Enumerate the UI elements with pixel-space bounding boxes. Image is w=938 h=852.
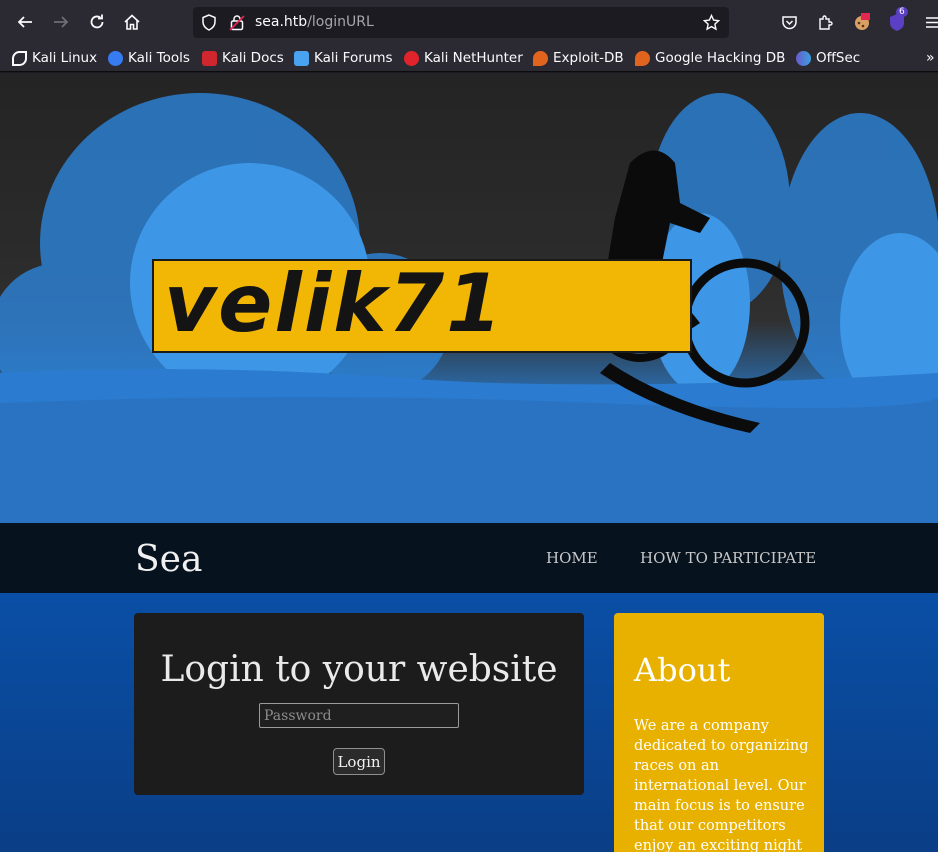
pocket-button[interactable] [777, 10, 801, 34]
nethunter-icon [404, 50, 419, 66]
bookmark-label: Kali Linux [32, 50, 98, 66]
velik71-logo: velik71 [152, 259, 692, 353]
offsec-icon [796, 50, 811, 66]
page-viewport: velik71 Sea HOME HOW TO PARTICIPATE Logi… [0, 73, 938, 852]
menu-button[interactable] [921, 10, 938, 34]
bookmark-kali-linux[interactable]: Kali Linux [12, 49, 97, 67]
pocket-icon [781, 15, 797, 29]
arrow-left-icon [17, 16, 32, 28]
hero-banner: velik71 [0, 73, 938, 523]
hamburger-icon [925, 16, 938, 28]
back-button[interactable] [13, 10, 37, 34]
bookmark-label: Kali Forums [314, 50, 393, 66]
chevron-right-icon: » [926, 50, 935, 66]
lock-insecure-icon[interactable] [229, 14, 245, 35]
bookmark-google-hacking-db[interactable]: Google Hacking DB [635, 49, 785, 67]
logo-text: velik71 [164, 259, 504, 350]
forward-button[interactable] [49, 10, 73, 34]
url-host: sea.htb [255, 14, 308, 30]
extension-badge-button[interactable]: 6 [885, 7, 909, 34]
cookie-icon [855, 13, 870, 30]
bookmark-label: Kali Tools [128, 50, 190, 66]
url-path: /loginURL [307, 14, 374, 30]
bookmark-label: Exploit-DB [553, 50, 624, 66]
extension-badge: 6 [896, 7, 908, 17]
login-form: Login to your website Login [134, 613, 584, 795]
bookmark-kali-forums[interactable]: Kali Forums [294, 49, 393, 67]
arrow-right-icon [54, 16, 69, 28]
reload-button[interactable] [85, 10, 109, 34]
nav-home[interactable]: HOME [546, 549, 598, 567]
bookmark-offsec[interactable]: OffSec [796, 49, 860, 67]
main-content: Login to your website Login About We are… [0, 593, 938, 852]
puzzle-icon [818, 14, 833, 30]
about-panel: About We are a company dedicated to orga… [614, 613, 824, 852]
browser-toolbar: sea.htb/loginURL 6 [0, 0, 938, 44]
extensions-button[interactable] [813, 10, 837, 34]
bookmarks-overflow-button[interactable]: » [926, 49, 935, 67]
bookmark-label: Google Hacking DB [655, 50, 786, 66]
login-title: Login to your website [160, 649, 558, 690]
bookmarks-bar: Kali Linux Kali Tools Kali Docs Kali For… [0, 44, 938, 72]
site-brand[interactable]: Sea [135, 539, 202, 580]
shield-icon[interactable] [201, 14, 217, 35]
bookmark-star-icon[interactable] [702, 13, 721, 35]
bookmark-label: Kali NetHunter [424, 50, 523, 66]
site-navbar: Sea HOME HOW TO PARTICIPATE [0, 523, 938, 593]
bookmark-kali-tools[interactable]: Kali Tools [108, 49, 190, 67]
url-text[interactable]: sea.htb/loginURL [255, 14, 374, 30]
login-button[interactable]: Login [333, 748, 385, 775]
about-text: We are a company dedicated to organizing… [634, 718, 809, 852]
password-field[interactable] [259, 703, 459, 728]
ghdb-icon [635, 50, 650, 66]
extension-cookie-button[interactable] [850, 10, 874, 34]
bookmark-kali-nethunter[interactable]: Kali NetHunter [404, 49, 523, 67]
about-title: About [634, 651, 731, 689]
url-bar[interactable]: sea.htb/loginURL [193, 7, 729, 38]
kali-tools-icon [108, 50, 123, 66]
kali-docs-icon [202, 50, 217, 66]
nav-how-to-participate[interactable]: HOW TO PARTICIPATE [640, 549, 816, 567]
reload-icon [90, 14, 104, 29]
kali-forums-icon [294, 50, 309, 66]
home-button[interactable] [120, 10, 144, 34]
bookmark-kali-docs[interactable]: Kali Docs [202, 49, 284, 67]
bookmark-label: OffSec [816, 50, 861, 66]
kali-dragon-icon [12, 50, 27, 66]
exploit-db-icon [533, 50, 548, 66]
bookmark-label: Kali Docs [222, 50, 284, 66]
home-icon [124, 14, 140, 30]
bookmark-exploit-db[interactable]: Exploit-DB [533, 49, 624, 67]
